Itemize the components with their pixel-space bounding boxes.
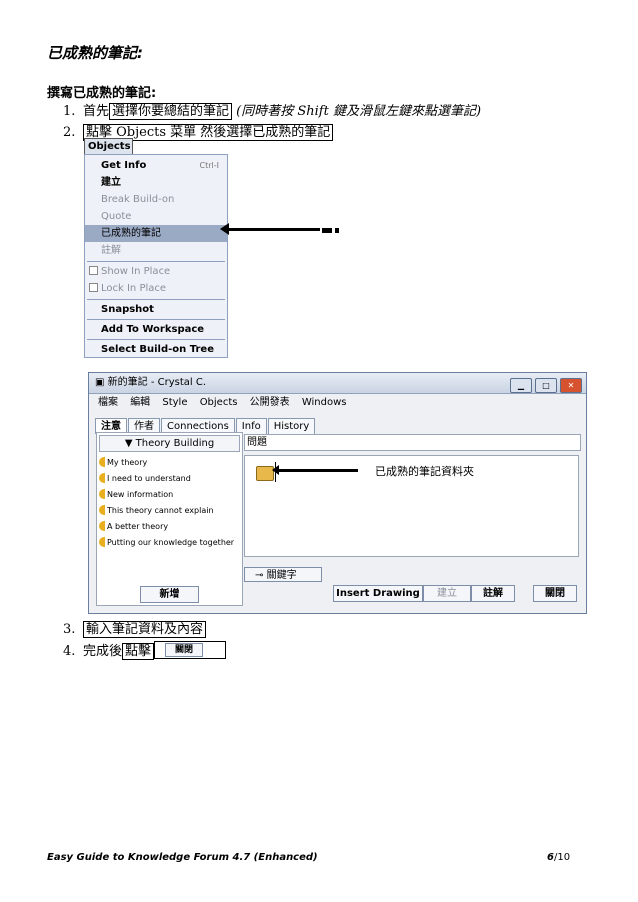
window-tabs: 注意 作者 Connections Info History [95,414,316,434]
window-app-icon: ▣ [95,377,105,388]
theory-dropdown[interactable]: ▼ Theory Building [99,435,240,452]
step-boxed-text: 選擇你要總結的筆記 [109,103,233,120]
menu-item-rise-above[interactable]: 已成熟的筆記 [85,225,227,242]
objects-menu-panel: Get Info Ctrl-I 建立 Break Build-on Quote 已… [84,154,228,358]
step-text: 首先 [83,104,110,119]
menu-item-annotate[interactable]: 註解 [85,242,227,259]
scaffold-icon [99,457,105,467]
annotate-button[interactable]: 註解 [471,585,515,602]
menu-file[interactable]: 檔案 [98,397,118,408]
insert-drawing-button[interactable]: Insert Drawing [333,585,423,602]
dash-mark [322,228,332,233]
checkbox-icon [89,266,98,275]
scaffold-item[interactable]: A better theory [99,521,168,533]
menu-item-quote[interactable]: Quote [85,208,227,225]
step-4: 4. 完成後 點擊 關閉 [63,640,227,660]
pointer-arrow-icon [220,223,320,235]
scaffold-item[interactable]: I need to understand [99,473,191,485]
scaffold-icon [99,505,105,515]
tab-history[interactable]: History [267,418,316,434]
step-number: 3. [63,622,76,637]
menu-separator [87,299,225,300]
page-number: 6/10 [547,852,571,863]
scaffold-item[interactable]: This theory cannot explain [99,505,214,517]
note-canvas[interactable]: 已成熟的筆記資料夾 [244,455,579,557]
build-button[interactable]: 建立 [423,585,471,602]
scaffold-icon [99,537,105,547]
step-boxed-text: 點擊 [122,643,155,660]
window-menubar: 檔案 編輯 Style Objects 公開發表 Windows [89,394,586,411]
step-boxed-text: 輸入筆記資料及內容 [83,621,207,638]
step-number: 4. [63,644,76,659]
footer-guide-title: Easy Guide to Knowledge Forum 4.7 (Enhan… [47,852,318,863]
close-button: 關閉 [165,643,204,657]
menu-item-get-info[interactable]: Get Info Ctrl-I [85,157,227,174]
menu-item-lock-in-place[interactable]: Lock In Place [85,280,227,297]
step-1: 1. 首先 選擇你要總結的筆記 (同時著按 Shift 鍵及滑鼠左鍵來點選筆記) [63,100,482,120]
page-title: 已成熟的筆記: [47,44,143,62]
close-button-illustration: 關閉 [154,641,227,659]
section-heading: 撰寫已成熟的筆記: [47,86,157,101]
window-title: 新的筆記 - Crystal C. [107,377,206,388]
problem-field[interactable]: 問題 [244,434,581,451]
menu-item-add-to-workspace[interactable]: Add To Workspace [85,321,227,338]
menu-item-show-in-place[interactable]: Show In Place [85,263,227,280]
close-button[interactable]: 關閉 [533,585,577,602]
close-icon[interactable]: ✕ [560,378,582,393]
key-icon: ⊸ [255,570,264,581]
new-button[interactable]: 新增 [140,586,199,603]
menu-publish[interactable]: 公開發表 [250,397,290,408]
menu-style[interactable]: Style [162,397,187,408]
menu-item-snapshot[interactable]: Snapshot [85,301,227,318]
dash-mark [335,228,339,233]
step-number: 2. [63,125,76,140]
checkbox-icon [89,283,98,292]
scaffold-icon [99,521,105,531]
keyword-button[interactable]: ⊸ 關鍵字 [244,567,322,582]
scaffold-item[interactable]: New information [99,489,173,501]
maximize-icon[interactable]: □ [535,378,557,393]
scaffold-pane: ▼ Theory Building My theory I need to un… [96,432,243,606]
scaffold-item[interactable]: Putting our knowledge together [99,537,234,549]
step-note: (同時著按 Shift 鍵及滑鼠左鍵來點選筆記) [236,104,482,119]
scaffold-icon [99,489,105,499]
objects-menu-title[interactable]: Objects [84,138,133,155]
scaffold-item[interactable]: My theory [99,457,147,469]
menu-edit[interactable]: 編輯 [130,397,150,408]
window-titlebar: ▣ 新的筆記 - Crystal C. ▁ □ ✕ [89,373,586,394]
menu-separator [87,339,225,340]
pointer-arrow-icon [272,465,358,475]
menu-separator [87,319,225,320]
step-text: 完成後 [83,644,123,659]
step-number: 1. [63,104,76,119]
menu-item-build[interactable]: 建立 [85,174,227,191]
menu-separator [87,261,225,262]
note-window-screenshot: ▣ 新的筆記 - Crystal C. ▁ □ ✕ 檔案 編輯 Style Obje… [88,372,587,614]
minimize-icon[interactable]: ▁ [510,378,532,393]
menu-item-select-build-on-tree[interactable]: Select Build-on Tree [85,341,227,358]
folder-label: 已成熟的筆記資料夾 [375,465,474,478]
step-3: 3. 輸入筆記資料及內容 [63,618,207,638]
menu-windows[interactable]: Windows [302,397,347,408]
menu-objects[interactable]: Objects [200,397,238,408]
menu-item-break-build-on[interactable]: Break Build-on [85,191,227,208]
scaffold-icon [99,473,105,483]
